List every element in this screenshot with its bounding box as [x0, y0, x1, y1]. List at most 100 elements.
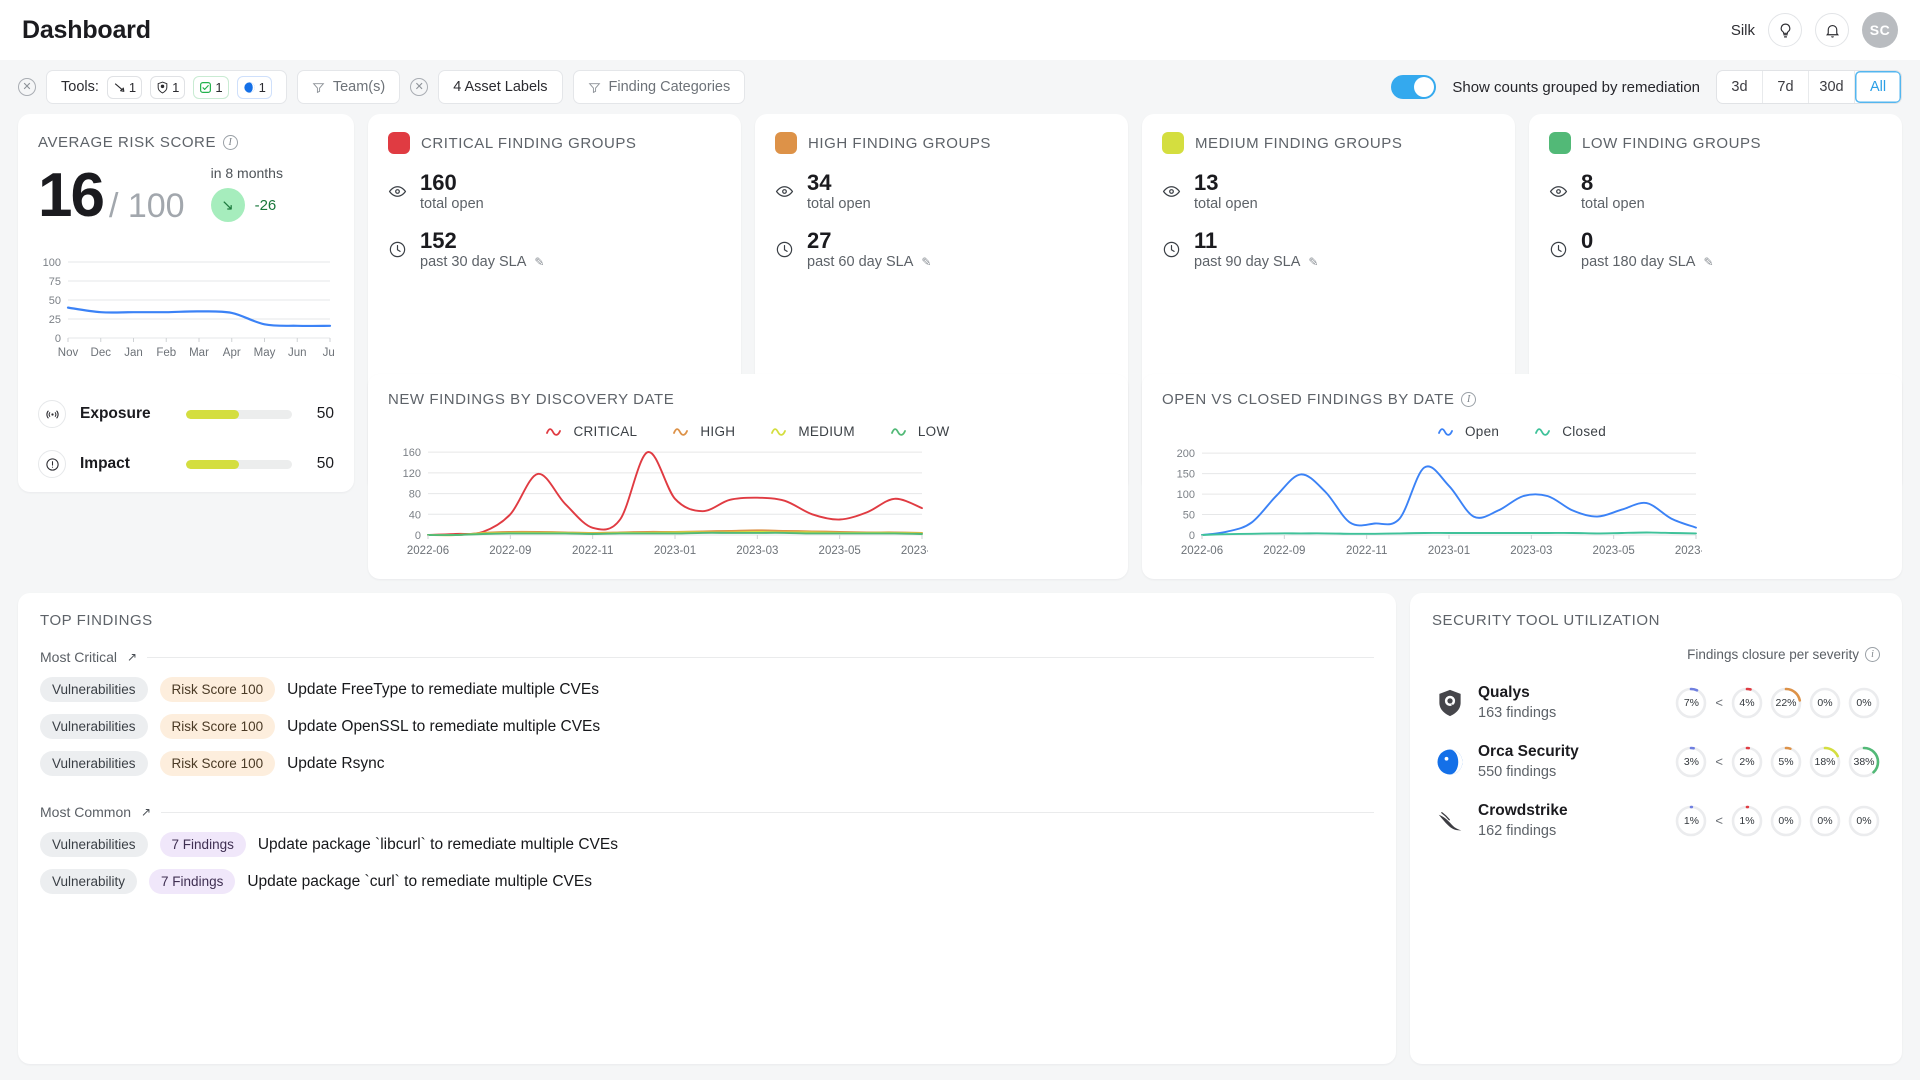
finding-score: 7 Findings: [149, 869, 236, 894]
finding-score: Risk Score 100: [159, 751, 276, 776]
svg-text:25: 25: [49, 314, 61, 326]
svg-text:200: 200: [1177, 448, 1195, 460]
donut-label: 3%: [1683, 755, 1699, 768]
range-all[interactable]: All: [1855, 71, 1901, 103]
risk-trend-delta: -26: [254, 196, 277, 214]
risk-card-title: AVERAGE RISK SCORE i: [38, 134, 334, 151]
clear-tools-filter-button[interactable]: ✕: [18, 78, 36, 96]
group-by-remediation-toggle[interactable]: [1391, 75, 1437, 99]
legend-closed[interactable]: Closed: [1535, 424, 1606, 439]
tool-row-crowdstrike[interactable]: Crowdstrike 162 findings 1% < 1% 0% 0% 0…: [1432, 802, 1880, 839]
medium-sla-count: 11: [1194, 228, 1218, 254]
info-icon[interactable]: i: [1865, 647, 1880, 662]
range-3d[interactable]: 3d: [1717, 71, 1763, 103]
meter-exposure-value: 50: [316, 405, 334, 422]
donut-label: 0%: [1856, 814, 1872, 827]
edit-sla-icon[interactable]: ✎: [921, 255, 931, 269]
critical-sla-count: 152: [420, 228, 457, 254]
list-item[interactable]: Vulnerabilities 7 Findings Update packag…: [40, 832, 1374, 857]
svg-text:80: 80: [409, 489, 421, 501]
severity-swatch: [775, 132, 797, 154]
finding-categories-filter[interactable]: Finding Categories: [572, 70, 746, 104]
tenable-icon: [114, 82, 125, 92]
edit-sla-icon[interactable]: ✎: [534, 255, 544, 269]
high-open-label: total open: [807, 196, 871, 213]
svg-text:50: 50: [1183, 510, 1195, 522]
donut-critical: 1%: [1731, 805, 1763, 837]
svg-text:2023-07: 2023-07: [901, 545, 928, 557]
donut-label: 0%: [1817, 814, 1833, 827]
new-findings-chart-card: NEW FINDINGS BY DISCOVERY DATE CRITICAL …: [368, 374, 1128, 579]
legend-critical[interactable]: CRITICAL: [546, 424, 637, 439]
legend-low[interactable]: LOW: [890, 424, 950, 439]
tool-chip-count: 1: [215, 79, 223, 95]
svg-text:2023-07: 2023-07: [1675, 545, 1702, 557]
eye-icon: [1549, 186, 1568, 197]
range-7d[interactable]: 7d: [1763, 71, 1809, 103]
list-item[interactable]: Vulnerabilities Risk Score 100 Update Rs…: [40, 751, 1374, 776]
tool-meta: Crowdstrike 162 findings: [1478, 802, 1568, 839]
tool-findings-count: 162 findings: [1478, 823, 1557, 839]
risk-sparkline-chart: 0 25 50 75 100 Nov Dec Jan Feb Mar Apr May Jun Jul: [38, 252, 334, 376]
low-sla: 0 past 180 day SLA ✎: [1549, 228, 1882, 270]
medium-open-label: total open: [1194, 196, 1258, 213]
crowdstrike-icon: [1432, 806, 1468, 836]
list-item[interactable]: Vulnerabilities Risk Score 100 Update Fr…: [40, 677, 1374, 702]
info-icon[interactable]: i: [223, 135, 238, 150]
lightbulb-button[interactable]: [1768, 13, 1802, 47]
risk-card-title-text: AVERAGE RISK SCORE: [38, 134, 216, 151]
list-item[interactable]: Vulnerabilities Risk Score 100 Update Op…: [40, 714, 1374, 739]
legend-high[interactable]: HIGH: [673, 424, 735, 439]
tool-chip-qualys[interactable]: 1: [150, 75, 186, 99]
legend-open[interactable]: Open: [1438, 424, 1499, 439]
filter-icon: [588, 82, 600, 93]
qualys-icon: [1432, 688, 1468, 718]
donut-high: 22%: [1770, 687, 1802, 719]
closure-label-row: Findings closure per severity i: [1432, 647, 1880, 662]
svg-text:Apr: Apr: [223, 347, 241, 359]
tool-chip-tenable[interactable]: 1: [106, 75, 143, 99]
list-item[interactable]: Vulnerability 7 Findings Update package …: [40, 869, 1374, 894]
notifications-button[interactable]: [1815, 13, 1849, 47]
donut-label: 5%: [1778, 755, 1794, 768]
critical-card-header: CRITICAL FINDING GROUPS: [388, 132, 721, 154]
svg-text:Nov: Nov: [58, 347, 79, 359]
donut-label: 2%: [1739, 755, 1755, 768]
external-link-icon[interactable]: ↗: [141, 805, 151, 819]
avatar[interactable]: SC: [1862, 12, 1898, 48]
low-sla-row: past 180 day SLA ✎: [1581, 254, 1714, 270]
asset-labels-filter[interactable]: 4 Asset Labels: [438, 70, 563, 104]
medium-total-open: 13 total open: [1162, 170, 1495, 213]
most-critical-header: Most Critical ↗: [40, 649, 1374, 665]
donut-group: 7% < 4% 22% 0% 0%: [1675, 687, 1880, 719]
range-30d[interactable]: 30d: [1809, 71, 1855, 103]
svg-text:2023-01: 2023-01: [654, 545, 696, 557]
wave-icon: [673, 427, 689, 436]
external-link-icon[interactable]: ↗: [127, 650, 137, 664]
clear-asset-labels-button[interactable]: ✕: [410, 78, 429, 96]
wave-icon: [1438, 427, 1453, 436]
tool-chip-checkmark[interactable]: 1: [193, 75, 229, 99]
donut-label: 0%: [1856, 696, 1872, 709]
tool-row-orca[interactable]: Orca Security 550 findings 3% < 2% 5% 18…: [1432, 743, 1880, 780]
svg-text:Jan: Jan: [124, 347, 143, 359]
edit-sla-icon[interactable]: ✎: [1703, 255, 1713, 269]
donut-low: 38%: [1848, 746, 1880, 778]
legend-medium[interactable]: MEDIUM: [771, 424, 855, 439]
svg-text:2023-03: 2023-03: [1510, 545, 1552, 557]
risk-trend: in 8 months ↘ -26: [210, 165, 283, 222]
donut-medium: 0%: [1809, 805, 1841, 837]
finding-text: Update OpenSSL to remediate multiple CVE…: [287, 717, 601, 735]
high-card-header: HIGH FINDING GROUPS: [775, 132, 1108, 154]
high-sla: 27 past 60 day SLA ✎: [775, 228, 1108, 270]
tools-filter[interactable]: Tools: 1 1 1 1: [46, 70, 287, 104]
finding-category: Vulnerability: [40, 869, 138, 894]
tool-chip-orca[interactable]: 1: [236, 75, 272, 99]
tool-row-qualys[interactable]: Qualys 163 findings 7% < 4% 22% 0% 0%: [1432, 684, 1880, 721]
medium-card-header: MEDIUM FINDING GROUPS: [1162, 132, 1495, 154]
tool-name: Qualys: [1478, 684, 1530, 701]
edit-sla-icon[interactable]: ✎: [1308, 255, 1318, 269]
teams-filter[interactable]: Team(s): [296, 70, 401, 104]
info-icon[interactable]: i: [1461, 392, 1477, 407]
meter-impact-label: Impact: [80, 455, 130, 472]
